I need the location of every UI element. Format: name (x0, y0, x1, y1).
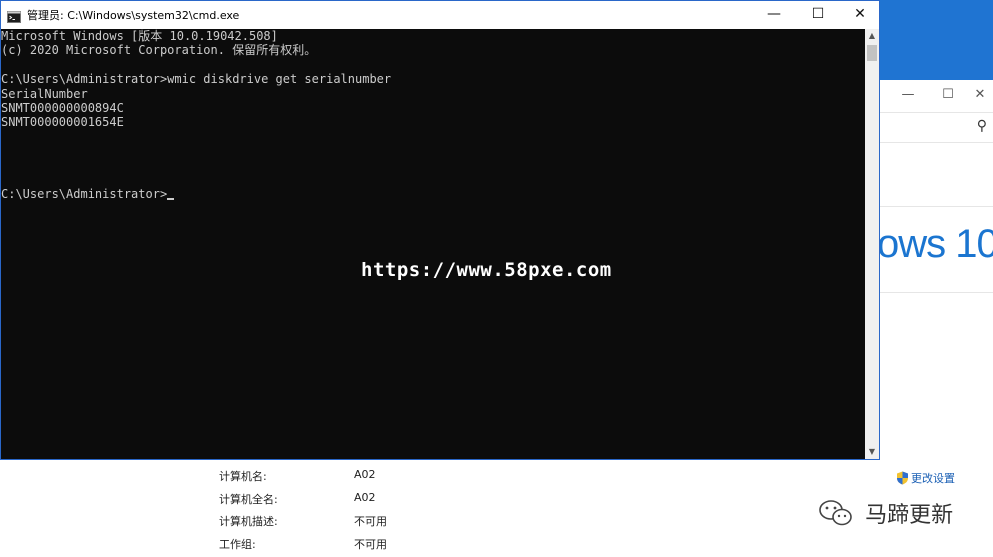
scrollbar-thumb[interactable] (867, 45, 877, 61)
info-value: 不可用 (354, 538, 387, 551)
scroll-up-arrow-icon[interactable]: ▲ (865, 29, 879, 43)
cmd-titlebar[interactable]: 管理员: C:\Windows\system32\cmd.exe — ☐ ✕ (1, 1, 879, 29)
info-value: 不可用 (354, 515, 387, 528)
info-value: A02 (354, 491, 376, 504)
console-line: SNMT000000000894C (1, 100, 124, 115)
system-minimize-button[interactable]: — (893, 85, 923, 105)
console-line: SerialNumber (1, 86, 88, 101)
console-line: (c) 2020 Microsoft Corporation. 保留所有权利。 (1, 43, 317, 58)
cmd-app-icon[interactable] (7, 8, 21, 27)
text-cursor (167, 197, 175, 200)
wechat-icon (818, 500, 859, 526)
desktop-background (878, 0, 993, 80)
info-label: 计算机描述: (219, 515, 278, 528)
info-label: 计算机全名: (219, 493, 278, 506)
console-prompt: C:\Users\Administrator> (1, 187, 168, 202)
wechat-account-watermark: 马蹄更新 (818, 497, 953, 529)
console-prompt-line[interactable]: C:\Users\Administrator> (1, 187, 864, 201)
change-settings-label: 更改设置 (911, 472, 955, 485)
info-value: A02 (354, 468, 376, 481)
cmd-window[interactable]: 管理员: C:\Windows\system32\cmd.exe — ☐ ✕ M… (0, 0, 880, 460)
scroll-down-arrow-icon[interactable]: ▼ (865, 445, 879, 459)
minimize-button[interactable]: — (753, 1, 795, 29)
website-watermark: https://www.58pxe.com (361, 259, 612, 281)
system-maximize-button[interactable]: ☐ (933, 85, 963, 105)
change-settings-link[interactable]: 更改设置 (896, 470, 955, 488)
info-label: 计算机名: (219, 470, 267, 483)
close-button[interactable]: ✕ (839, 1, 881, 29)
cmd-window-title: 管理员: C:\Windows\system32\cmd.exe (27, 9, 240, 22)
search-icon[interactable]: ⚲ (977, 118, 987, 134)
shield-icon (896, 471, 909, 488)
wechat-account-name: 马蹄更新 (865, 503, 954, 528)
divider (878, 206, 993, 207)
windows-10-logo-text: ows 10 (877, 222, 993, 266)
console-line: Microsoft Windows [版本 10.0.19042.508] (1, 29, 278, 43)
maximize-button[interactable]: ☐ (797, 1, 839, 29)
console-line: SNMT000000001654E (1, 115, 124, 130)
vertical-scrollbar[interactable]: ▲ ▼ (865, 29, 879, 459)
divider (878, 292, 993, 293)
system-search-bar[interactable]: ⚲ (878, 112, 993, 143)
console-line: C:\Users\Administrator>wmic diskdrive ge… (1, 72, 392, 87)
system-close-button[interactable]: ✕ (965, 85, 993, 105)
console-output[interactable]: Microsoft Windows [版本 10.0.19042.508] (c… (1, 29, 864, 459)
info-label: 工作组: (219, 538, 256, 551)
